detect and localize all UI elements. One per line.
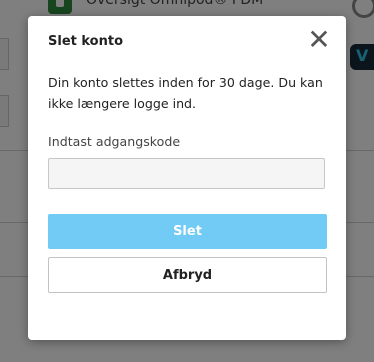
delete-button[interactable]: Slet <box>48 214 327 249</box>
password-label: Indtast adgangskode <box>48 134 181 149</box>
cancel-button[interactable]: Afbryd <box>48 257 327 293</box>
dialog-title: Slet konto <box>48 34 124 49</box>
delete-account-dialog: Slet konto ✕ Din konto slettes inden for… <box>28 16 346 340</box>
password-input[interactable] <box>48 158 325 189</box>
close-icon[interactable]: ✕ <box>304 26 334 56</box>
dialog-message: Din konto slettes inden for 30 dage. Du … <box>48 75 323 111</box>
